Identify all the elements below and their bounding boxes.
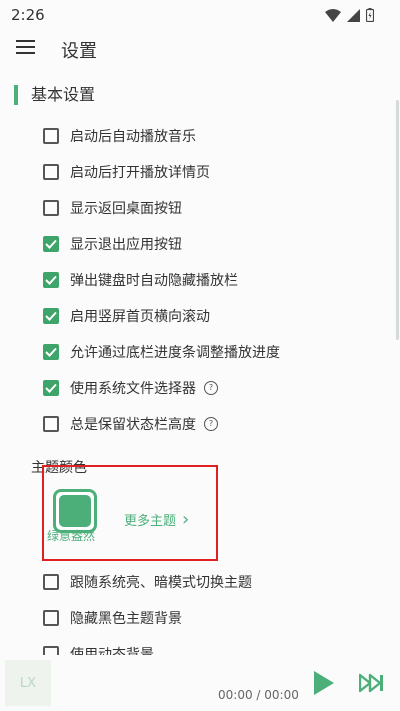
checkbox-checked[interactable] [43, 272, 59, 288]
checkbox-unchecked[interactable] [43, 574, 59, 590]
checkbox-row[interactable]: 启动后打开播放详情页 [43, 160, 210, 184]
checkbox-unchecked[interactable] [43, 416, 59, 432]
signal-icon [347, 8, 360, 22]
checkbox-row[interactable]: 启动后自动播放音乐 [43, 124, 196, 148]
player-bar: LX 00:00 / 00:00 [0, 655, 400, 711]
checkbox-label: 显示返回桌面按钮 [70, 201, 182, 217]
wifi-icon [325, 8, 341, 22]
checkbox-checked[interactable] [43, 236, 59, 252]
help-icon[interactable]: ? [204, 381, 218, 395]
checkbox-label: 显示退出应用按钮 [70, 237, 182, 253]
checkbox-label: 使用系统文件选择器 [70, 381, 196, 397]
checkbox-row[interactable]: 启用竖屏首页横向滚动 [43, 304, 210, 328]
scrollbar[interactable] [396, 100, 399, 340]
checkbox-row[interactable]: 显示返回桌面按钮 [43, 196, 182, 220]
next-icon[interactable] [359, 673, 385, 693]
checkbox-row[interactable]: 总是保留状态栏高度? [43, 412, 218, 436]
checkbox-checked[interactable] [43, 344, 59, 360]
checkbox-label: 隐藏黑色主题背景 [70, 611, 182, 627]
checkbox-checked[interactable] [43, 380, 59, 396]
app-bar: 设置 [0, 30, 400, 70]
checkbox-label: 跟随系统亮、暗模式切换主题 [70, 575, 252, 591]
checkbox-row[interactable]: 弹出键盘时自动隐藏播放栏 [43, 268, 238, 292]
menu-icon[interactable] [16, 38, 36, 56]
checkbox-label: 启动后自动播放音乐 [70, 129, 196, 145]
section-title: 基本设置 [14, 85, 95, 105]
checkbox-label: 弹出键盘时自动隐藏播放栏 [70, 273, 238, 289]
play-icon[interactable] [313, 670, 335, 696]
battery-icon [366, 8, 374, 22]
status-icons [325, 8, 374, 22]
checkbox-label: 启动后打开播放详情页 [70, 165, 210, 181]
checkbox-row[interactable]: 使用系统文件选择器? [43, 376, 218, 400]
checkbox-row[interactable]: 允许通过底栏进度条调整播放进度 [43, 340, 280, 364]
checkbox-label: 总是保留状态栏高度 [70, 417, 196, 433]
album-logo-text: LX [19, 675, 37, 691]
checkbox-unchecked[interactable] [43, 610, 59, 626]
checkbox-unchecked[interactable] [43, 200, 59, 216]
help-icon[interactable]: ? [204, 417, 218, 431]
checkbox-row[interactable]: 隐藏黑色主题背景 [43, 606, 182, 630]
highlight-box [42, 465, 218, 561]
status-bar: 2:26 [0, 0, 400, 30]
checkbox-unchecked[interactable] [43, 128, 59, 144]
checkbox-label: 允许通过底栏进度条调整播放进度 [70, 345, 280, 361]
playback-time: 00:00 / 00:00 [218, 688, 299, 702]
status-time: 2:26 [11, 6, 45, 24]
page-title: 设置 [61, 41, 97, 62]
checkbox-label: 启用竖屏首页横向滚动 [70, 309, 210, 325]
checkbox-unchecked[interactable] [43, 164, 59, 180]
checkbox-row[interactable]: 显示退出应用按钮 [43, 232, 182, 256]
checkbox-checked[interactable] [43, 308, 59, 324]
checkbox-row[interactable]: 跟随系统亮、暗模式切换主题 [43, 570, 252, 594]
album-cover[interactable]: LX [5, 660, 51, 706]
